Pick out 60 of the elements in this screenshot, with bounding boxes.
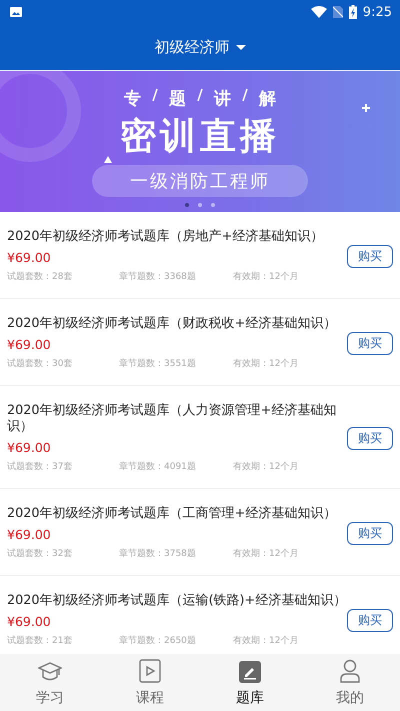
status-time: 9:25 — [362, 4, 392, 20]
nav-tab[interactable]: 题库 — [200, 654, 300, 711]
product-stat: 试题套数：37套 — [7, 461, 74, 474]
slash-icon — [241, 87, 249, 103]
slash-icon — [151, 87, 159, 103]
product-stat: 有效期：12个月 — [233, 461, 300, 474]
edit-icon — [239, 661, 261, 683]
product-price: ¥69.00 — [7, 440, 52, 456]
buy-button[interactable]: 购买 — [347, 427, 393, 450]
page-dot[interactable] — [198, 203, 202, 207]
image-icon — [10, 7, 22, 17]
product-stat: 试题套数：32套 — [7, 548, 74, 561]
wifi-icon — [310, 6, 327, 18]
product-price: ¥69.00 — [7, 527, 52, 543]
banner-topic: 专 — [124, 88, 141, 110]
product-stat: 章节题数：2650题 — [119, 635, 197, 648]
product-stat: 有效期：12个月 — [233, 271, 300, 284]
page-dot[interactable] — [185, 203, 189, 207]
product-stat: 有效期：12个月 — [233, 548, 300, 561]
banner-headline: 密训直播 — [120, 115, 280, 159]
buy-button[interactable]: 购买 — [347, 609, 393, 632]
no-sim-icon — [332, 6, 343, 18]
product-price: ¥69.00 — [7, 250, 52, 266]
nav-tab[interactable]: 学习 — [0, 654, 100, 711]
product-title[interactable]: 2020年初级经济师考试题库（人力资源管理+经济基础知识） — [7, 403, 347, 435]
banner-subtitle: 一级消防工程师 — [92, 165, 308, 197]
play-icon — [139, 659, 161, 683]
buy-button[interactable]: 购买 — [347, 332, 393, 355]
person-icon — [339, 659, 361, 683]
slash-icon — [196, 87, 204, 103]
product-price: ¥69.00 — [7, 614, 52, 630]
nav-tab[interactable]: 我的 — [300, 654, 400, 711]
product-title[interactable]: 2020年初级经济师考试题库（财政税收+经济基础知识） — [7, 316, 347, 332]
page-dot[interactable] — [211, 203, 215, 207]
product-title[interactable]: 2020年初级经济师考试题库（房地产+经济基础知识） — [7, 229, 347, 245]
buy-button[interactable]: 购买 — [347, 245, 393, 268]
nav-tab[interactable]: 课程 — [100, 654, 200, 711]
product-stat: 试题套数：28套 — [7, 271, 74, 284]
plus-icon — [361, 103, 371, 113]
product-stat: 章节题数：3758题 — [119, 548, 197, 561]
product-stat: 试题套数：30套 — [7, 358, 74, 371]
product-stat: 章节题数：3368题 — [119, 271, 197, 284]
product-title[interactable]: 2020年初级经济师考试题库（运输(铁路)+经济基础知识） — [7, 593, 347, 609]
product-title[interactable]: 2020年初级经济师考试题库（工商管理+经济基础知识） — [7, 506, 347, 522]
banner-topic: 解 — [259, 88, 276, 110]
banner[interactable]: 专 题 讲 解 密训直播 一级消防工程师 — [0, 71, 400, 212]
product-stat: 章节题数：3551题 — [119, 358, 197, 371]
battery-icon — [348, 5, 357, 19]
product-stat: 章节题数：4091题 — [119, 461, 197, 474]
banner-topic: 题 — [169, 88, 186, 110]
triangle-icon — [104, 156, 112, 163]
buy-button[interactable]: 购买 — [347, 522, 393, 545]
caret-icon[interactable] — [236, 44, 246, 50]
product-price: ¥69.00 — [7, 337, 52, 353]
product-stat: 有效期：12个月 — [233, 635, 300, 648]
graduation-cap-icon — [38, 661, 62, 683]
product-stat: 试题套数：21套 — [7, 635, 74, 648]
product-stat: 有效期：12个月 — [233, 358, 300, 371]
banner-topic: 讲 — [214, 88, 231, 110]
header-title[interactable]: 初级经济师 — [154, 38, 230, 56]
